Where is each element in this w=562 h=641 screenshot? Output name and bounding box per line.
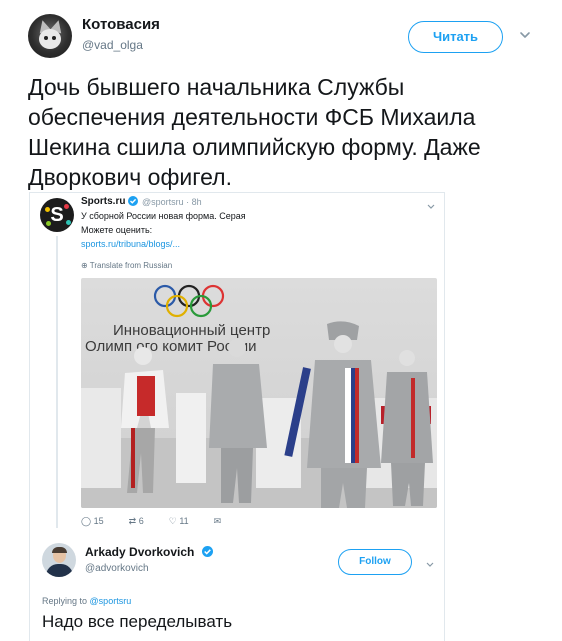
translate-link: ⊕ Translate from Russian [81, 261, 173, 270]
author-name[interactable]: Котовасия [82, 16, 160, 33]
retweet-icon: ⇄ [128, 516, 137, 526]
replying-to: Replying to @sportsru [42, 596, 132, 606]
message-icon: ✉ [213, 516, 222, 526]
embedded-tweet-text: Можете оценить: [81, 225, 153, 235]
thread-line [56, 236, 58, 528]
avatar[interactable] [28, 14, 72, 58]
tweet-photo: Инновационный центр Олимп ого комит Росс… [81, 278, 437, 508]
globe-icon: ⊕ [81, 261, 90, 270]
follow-button[interactable]: Читать [408, 21, 503, 53]
reply-text: Надо все переделывать [42, 612, 233, 631]
verified-badge-icon [128, 196, 138, 206]
chevron-down-icon [425, 556, 435, 567]
like-icon: ♡ [168, 516, 177, 526]
verified-badge-icon [202, 546, 213, 557]
tweet-text: Дочь бывшего начальника Службы обеспечен… [28, 74, 481, 190]
follow-button: Follow [338, 549, 412, 575]
reply-author-name: Arkady Dvorkovich [85, 545, 195, 559]
avatar [42, 543, 76, 577]
chevron-down-icon[interactable] [518, 28, 532, 42]
embedded-author-name: Sports.ru [81, 196, 126, 207]
embedded-tweet-link: sports.ru/tribuna/blogs/... [81, 239, 181, 249]
mannequins-illustration [81, 321, 437, 508]
reply-icon: ◯ [81, 516, 92, 526]
embedded-tweet-text: У сборной России новая форма. Серая [81, 211, 246, 221]
chevron-down-icon [426, 198, 436, 209]
embedded-author-handle: @sportsru · 8h [142, 197, 202, 207]
sportsru-logo: S [40, 198, 74, 232]
mention-link: @sportsru [89, 596, 132, 606]
reply-author-handle: @advorkovich [85, 563, 149, 574]
tweet-actions: ◯ 15 ⇄ 6 ♡ 11 ✉ [81, 516, 222, 526]
author-handle[interactable]: @vad_olga [82, 38, 143, 52]
